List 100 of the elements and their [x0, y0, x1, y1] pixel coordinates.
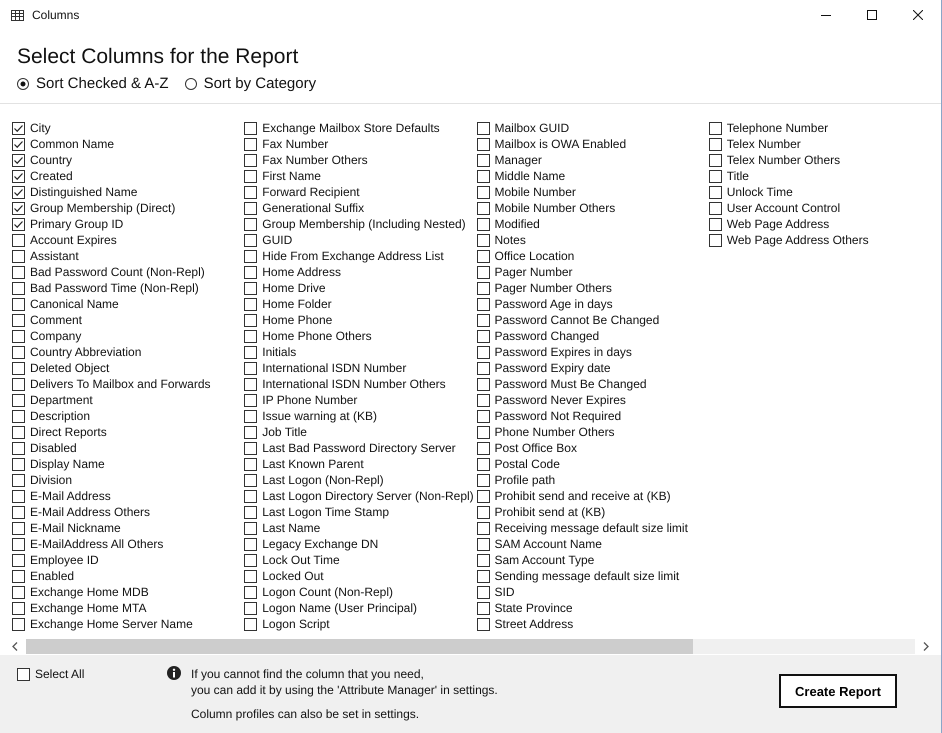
column-option-label[interactable]: Title: [726, 169, 749, 183]
column-option-label[interactable]: Password Cannot Be Changed: [494, 313, 660, 327]
checkbox[interactable]: [476, 458, 490, 470]
checkbox[interactable]: [12, 458, 25, 470]
column-option-label[interactable]: Assistant: [30, 249, 79, 263]
checkbox[interactable]: [244, 250, 258, 262]
column-option-label[interactable]: Bad Password Time (Non-Repl): [30, 281, 199, 295]
checkbox[interactable]: [12, 426, 25, 438]
checkbox[interactable]: [244, 282, 258, 294]
checkbox[interactable]: [476, 186, 490, 198]
column-option-label[interactable]: Last Logon Directory Server (Non-Repl): [262, 489, 474, 503]
checkbox[interactable]: [12, 378, 25, 390]
checkbox[interactable]: [476, 378, 490, 390]
column-option-label[interactable]: Home Drive: [262, 281, 326, 295]
checkbox[interactable]: [12, 218, 25, 230]
checkbox[interactable]: [244, 346, 258, 358]
checkbox[interactable]: [476, 602, 490, 614]
column-option-label[interactable]: Description: [30, 409, 90, 423]
column-option-label[interactable]: Sam Account Type: [494, 553, 594, 567]
checkbox[interactable]: [12, 618, 25, 630]
column-option-label[interactable]: IP Phone Number: [262, 393, 358, 407]
checkbox[interactable]: [244, 218, 258, 230]
checkbox[interactable]: [244, 410, 258, 422]
column-option-label[interactable]: Initials: [262, 345, 296, 359]
column-option-label[interactable]: Generational Suffix: [262, 201, 364, 215]
column-option-label[interactable]: Sending message default size limit: [494, 569, 680, 583]
column-option-label[interactable]: Last Name: [262, 521, 320, 535]
checkbox[interactable]: [476, 490, 490, 502]
checkbox[interactable]: [708, 234, 722, 246]
checkbox[interactable]: [476, 298, 490, 310]
checkbox[interactable]: [476, 474, 490, 486]
checkbox[interactable]: [244, 266, 258, 278]
checkbox[interactable]: [12, 506, 25, 518]
column-option-label[interactable]: Pager Number Others: [494, 281, 612, 295]
checkbox[interactable]: [12, 522, 25, 534]
column-option-label[interactable]: Last Logon (Non-Repl): [262, 473, 384, 487]
column-option-label[interactable]: Lock Out Time: [262, 553, 340, 567]
checkbox[interactable]: [17, 668, 30, 680]
column-option-label[interactable]: Created: [30, 169, 73, 183]
column-option-label[interactable]: Modified: [494, 217, 540, 231]
checkbox[interactable]: [12, 538, 25, 550]
checkbox[interactable]: [12, 202, 25, 214]
column-option-label[interactable]: Prohibit send at (KB): [494, 505, 606, 519]
column-option-label[interactable]: Enabled: [30, 569, 74, 583]
column-option-label[interactable]: Password Must Be Changed: [494, 377, 647, 391]
column-option-label[interactable]: Unlock Time: [726, 185, 793, 199]
checkbox[interactable]: [476, 266, 490, 278]
column-option-label[interactable]: SAM Account Name: [494, 537, 602, 551]
column-option-label[interactable]: Home Folder: [262, 297, 332, 311]
checkbox[interactable]: [12, 490, 25, 502]
checkbox[interactable]: [244, 378, 258, 390]
column-option-label[interactable]: Password Age in days: [494, 297, 613, 311]
checkbox[interactable]: [12, 122, 25, 134]
checkbox[interactable]: [12, 346, 25, 358]
column-option-label[interactable]: Post Office Box: [494, 441, 577, 455]
checkbox[interactable]: [708, 154, 722, 166]
column-option-label[interactable]: Canonical Name: [30, 297, 119, 311]
radio-button[interactable]: [17, 78, 29, 90]
column-option-label[interactable]: First Name: [262, 169, 321, 183]
scroll-left-icon[interactable]: [12, 642, 18, 651]
checkbox[interactable]: [12, 234, 25, 246]
column-option-label[interactable]: Home Phone Others: [262, 329, 372, 343]
column-option-label[interactable]: Password Changed: [494, 329, 600, 343]
column-option-label[interactable]: Phone Number Others: [494, 425, 615, 439]
checkbox[interactable]: [244, 570, 258, 582]
checkbox[interactable]: [244, 490, 258, 502]
column-option-label[interactable]: Group Membership (Direct): [30, 201, 176, 215]
checkbox[interactable]: [12, 602, 25, 614]
checkbox[interactable]: [12, 138, 25, 150]
checkbox[interactable]: [244, 426, 258, 438]
checkbox[interactable]: [244, 186, 258, 198]
column-option-label[interactable]: Exchange Home Server Name: [30, 617, 193, 631]
column-option-label[interactable]: Password Not Required: [494, 409, 622, 423]
column-option-label[interactable]: Logon Count (Non-Repl): [262, 585, 393, 599]
column-option-label[interactable]: Postal Code: [494, 457, 560, 471]
checkbox[interactable]: [12, 474, 25, 486]
checkbox[interactable]: [244, 234, 258, 246]
column-option-label[interactable]: E-Mail Address: [30, 489, 111, 503]
checkbox[interactable]: [244, 122, 258, 134]
checkbox[interactable]: [476, 330, 490, 342]
column-option-label[interactable]: State Province: [494, 601, 573, 615]
sort-option-label[interactable]: Sort Checked & A-Z: [36, 75, 169, 92]
column-option-label[interactable]: Logon Name (User Principal): [262, 601, 417, 615]
scroll-right-icon[interactable]: [923, 642, 929, 651]
checkbox[interactable]: [476, 234, 490, 246]
checkbox[interactable]: [476, 154, 490, 166]
column-option-label[interactable]: Home Phone: [262, 313, 332, 327]
checkbox[interactable]: [476, 202, 490, 214]
checkbox[interactable]: [476, 522, 490, 534]
column-option-label[interactable]: Direct Reports: [30, 425, 107, 439]
column-option-label[interactable]: E-Mail Address Others: [30, 505, 150, 519]
column-option-label[interactable]: Last Bad Password Directory Server: [262, 441, 456, 455]
scrollbar-thumb[interactable]: [26, 639, 693, 654]
checkbox[interactable]: [476, 426, 490, 438]
checkbox[interactable]: [244, 506, 258, 518]
checkbox[interactable]: [476, 442, 490, 454]
column-option-label[interactable]: Telex Number Others: [726, 153, 840, 167]
checkbox[interactable]: [12, 554, 25, 566]
column-option-label[interactable]: Display Name: [30, 457, 105, 471]
checkbox[interactable]: [244, 586, 258, 598]
